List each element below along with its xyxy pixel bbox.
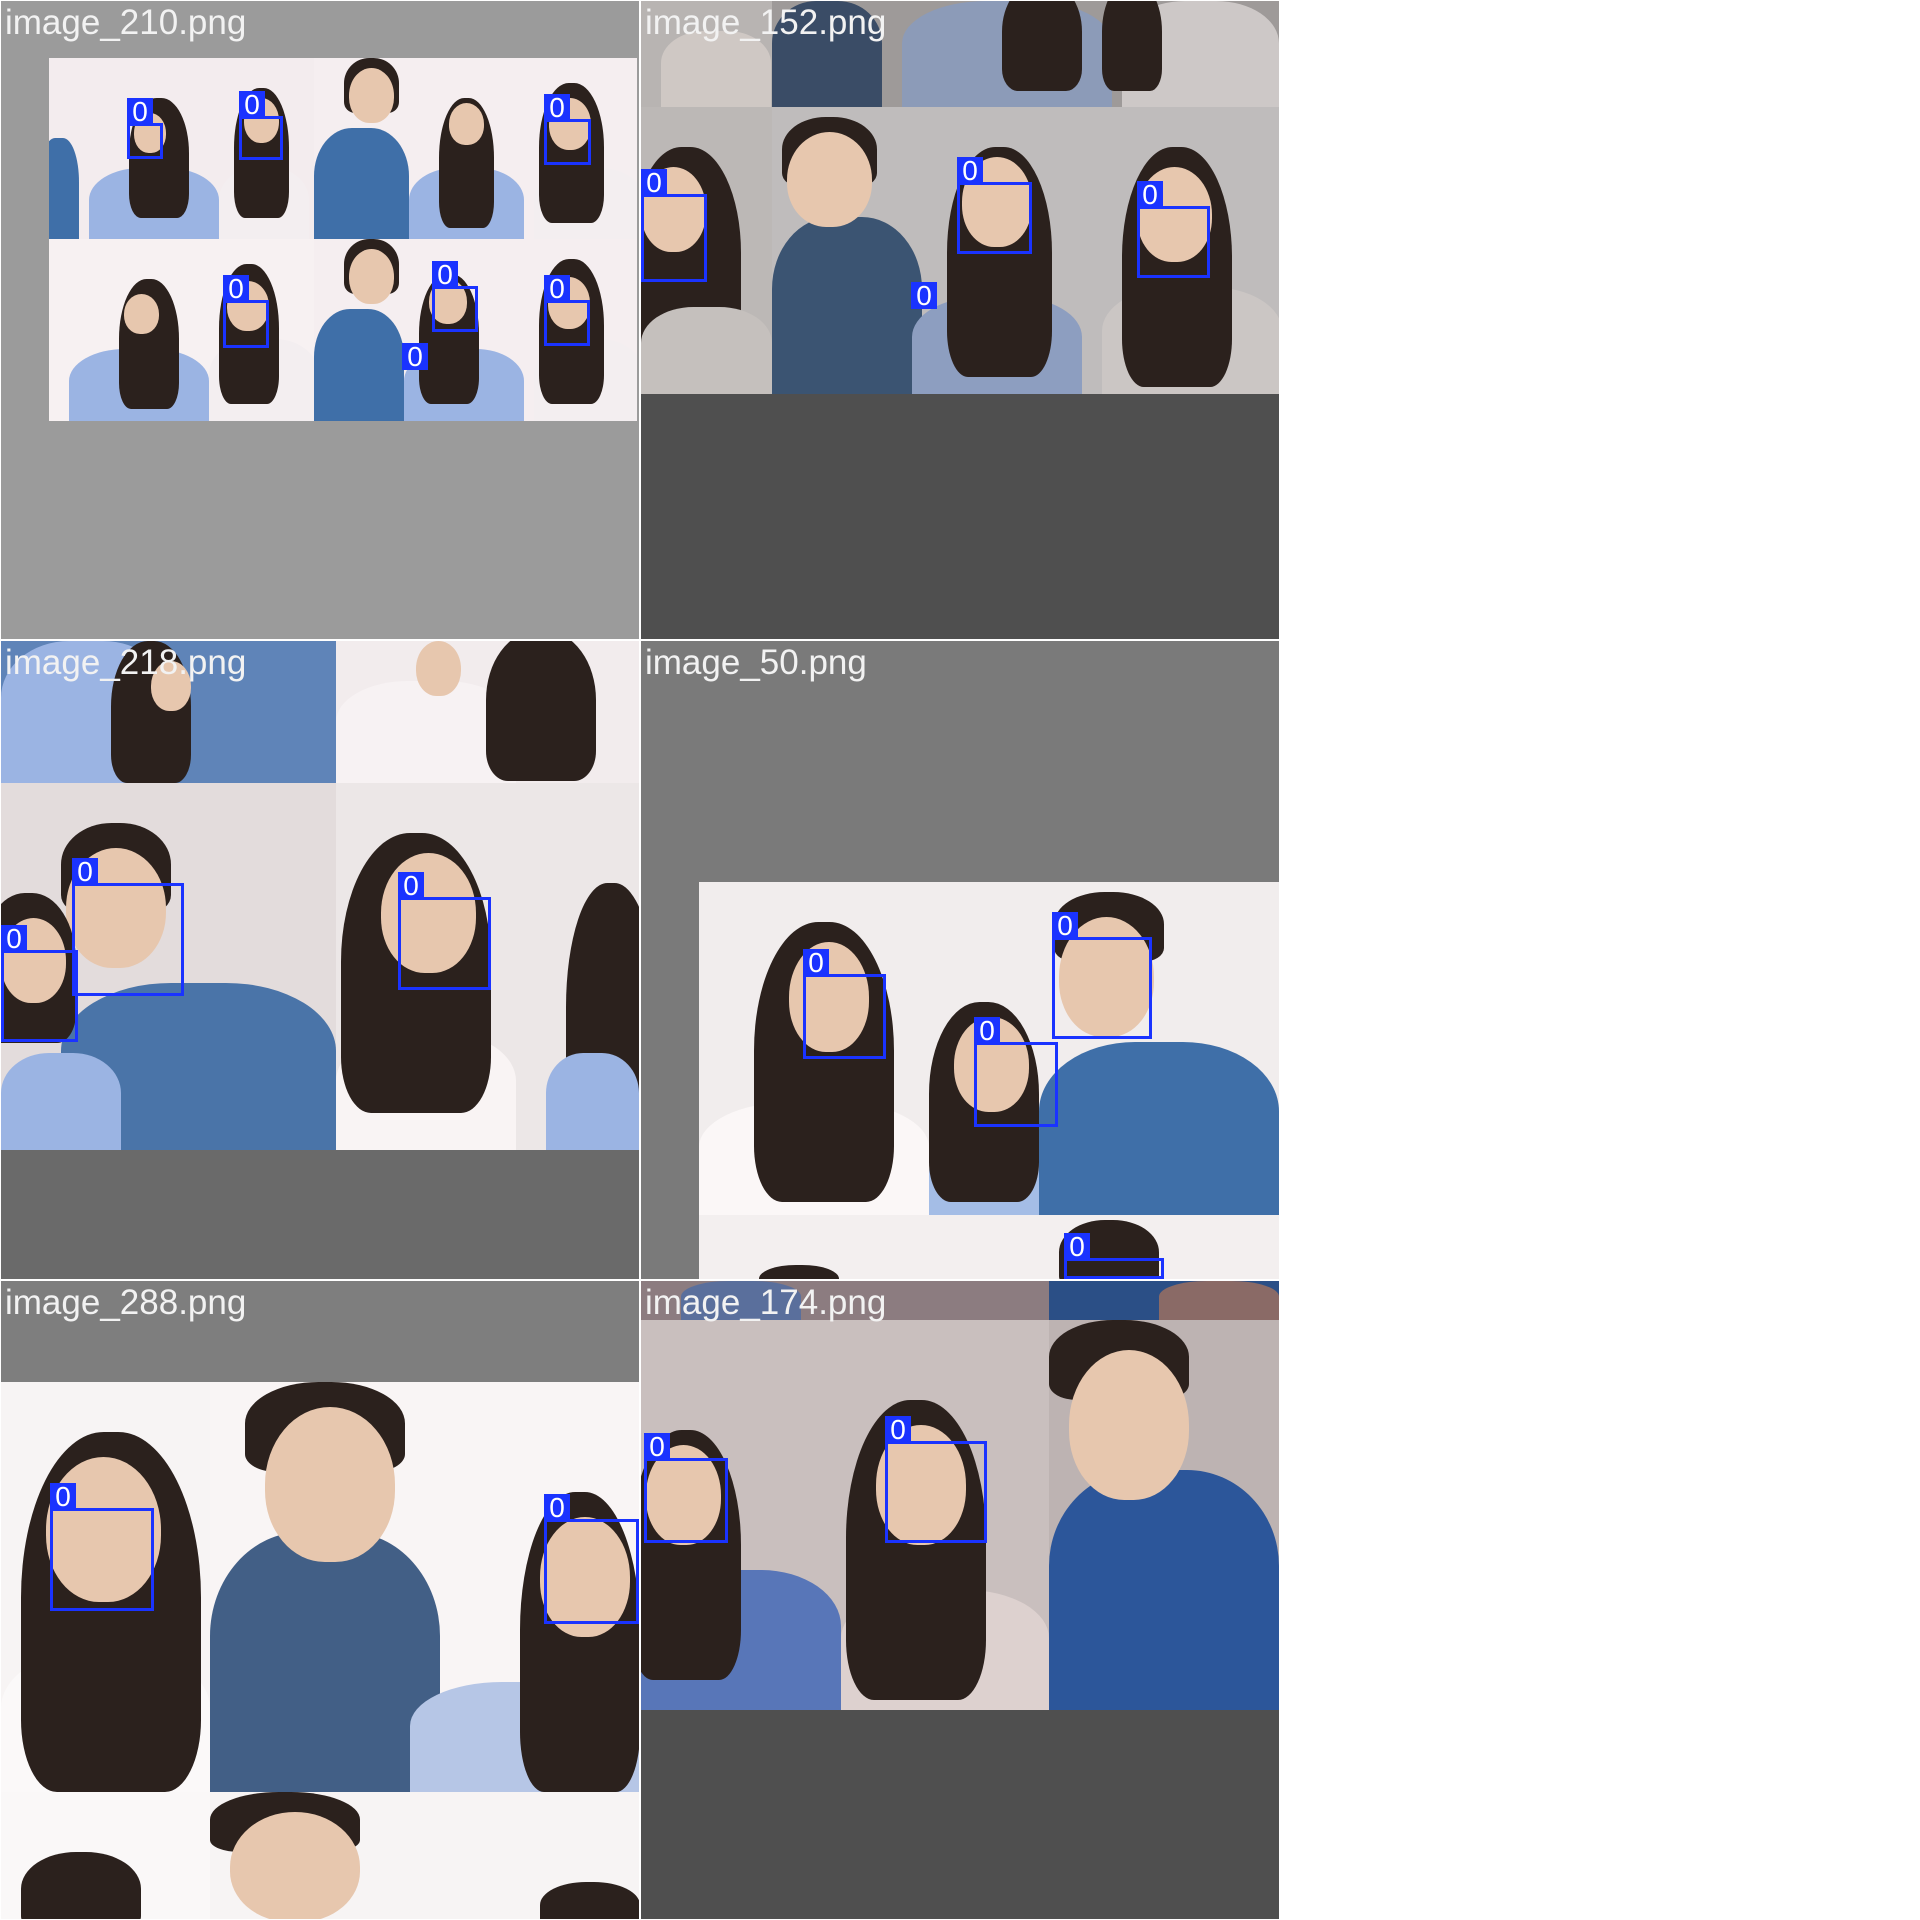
photo-quadrant	[1049, 1281, 1279, 1320]
class-label: 0	[1064, 1233, 1090, 1261]
class-label: 0	[402, 343, 428, 371]
face-bounding-box: 0	[974, 1017, 1058, 1127]
face-bounding-box: 0	[50, 1483, 154, 1611]
face-bounding-box: 0	[223, 275, 269, 348]
image-tile: image_152.png 0 0 0 0	[641, 1, 1279, 639]
face-bounding-box: 0	[957, 157, 1032, 254]
image-tile: image_50.png 0 0 0 0	[641, 641, 1279, 1279]
class-label: 0	[544, 94, 570, 122]
tile-filename: image_210.png	[5, 3, 247, 42]
class-label: 0	[544, 1494, 570, 1522]
class-label: 0	[1052, 912, 1078, 940]
class-label: 0	[885, 1416, 911, 1444]
class-label: 0	[50, 1483, 76, 1511]
class-label: 0	[223, 275, 249, 303]
image-tile: image_218.png 0 0 0	[1, 641, 639, 1279]
photo-quadrant	[210, 1792, 639, 1919]
face-bounding-box: 0	[641, 169, 707, 282]
face-bounding-box: 0	[1064, 1233, 1164, 1279]
image-tile: image_174.png 0 0	[641, 1281, 1279, 1919]
face-bounding-box: 0	[1, 925, 78, 1042]
class-label: 0	[544, 275, 570, 303]
image-tile: image_288.png 0 0	[1, 1281, 639, 1919]
face-bounding-box: 0	[239, 91, 283, 160]
mosaic-grid: image_210.png 0 0 0 0 0 0 0 image_152.pn…	[0, 0, 1280, 1920]
face-bounding-box: 0	[127, 98, 163, 159]
photo-quadrant	[1049, 1320, 1279, 1710]
class-label: 0	[432, 261, 458, 289]
photo-quadrant	[49, 239, 314, 421]
class-label: 0	[803, 949, 829, 977]
class-label: 0	[644, 1433, 670, 1461]
face-bounding-box: 0	[544, 94, 591, 165]
class-label: 0	[641, 169, 667, 197]
face-bounding-box: 0	[72, 858, 184, 996]
face-bounding-box: 0	[398, 872, 491, 990]
tile-filename: image_50.png	[645, 643, 867, 682]
photo-quadrant	[1, 1792, 210, 1919]
tile-filename: image_174.png	[645, 1283, 887, 1322]
face-bounding-box: 0	[885, 1416, 987, 1543]
face-bounding-box: 0	[803, 949, 886, 1059]
image-tile: image_210.png 0 0 0 0 0 0 0	[1, 1, 639, 639]
class-label: 0	[239, 91, 265, 119]
face-bounding-box: 0	[1137, 181, 1210, 278]
class-label: 0	[957, 157, 983, 185]
photo-quadrant	[336, 641, 639, 783]
tile-filename: image_152.png	[645, 3, 887, 42]
class-label: 0	[127, 98, 153, 126]
face-bounding-box: 0	[644, 1433, 728, 1543]
class-label: 0	[911, 282, 937, 310]
face-bounding-box: 0	[544, 1494, 639, 1624]
class-label: 0	[1, 925, 27, 953]
face-bounding-box: 0	[544, 275, 590, 346]
class-label: 0	[974, 1017, 1000, 1045]
face-bounding-box: 0	[1052, 912, 1152, 1039]
tile-filename: image_218.png	[5, 643, 247, 682]
tile-filename: image_288.png	[5, 1283, 247, 1322]
class-label: 0	[398, 872, 424, 900]
class-label: 0	[72, 858, 98, 886]
class-label: 0	[1137, 181, 1163, 209]
photo-quadrant	[699, 1215, 1279, 1279]
face-bounding-box: 0	[432, 261, 478, 332]
